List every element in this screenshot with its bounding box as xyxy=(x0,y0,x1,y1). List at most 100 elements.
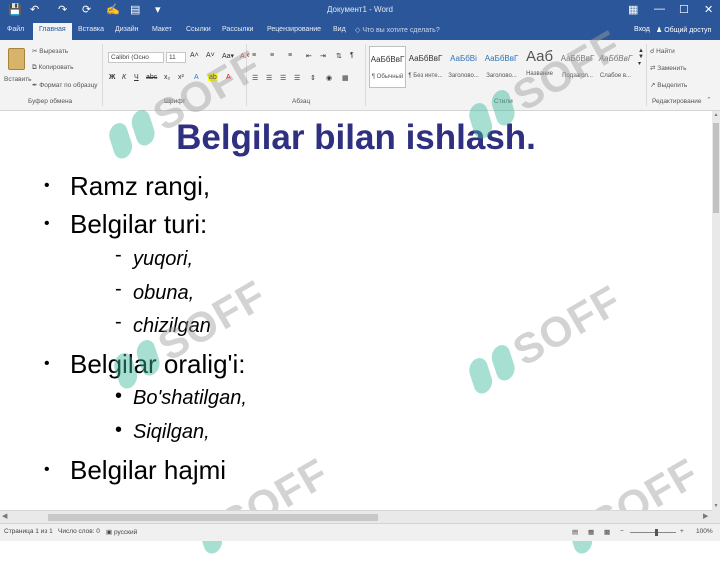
page-count[interactable]: Страница 1 из 1 xyxy=(4,528,53,535)
tell-me-search[interactable]: ◇ Что вы хотите сделать? xyxy=(355,26,440,34)
scroll-up-icon[interactable]: ▲ xyxy=(712,112,720,118)
list-item-text: Belgilar oralig'i: xyxy=(70,349,246,379)
sort-icon[interactable]: ⇅ xyxy=(336,52,342,60)
collapse-ribbon-icon[interactable]: ⌃ xyxy=(706,96,712,104)
divider xyxy=(102,44,103,106)
tab-file[interactable]: Файл xyxy=(7,26,24,33)
dash-marker: - xyxy=(115,278,122,300)
pilcrow-icon[interactable]: ¶ xyxy=(350,52,354,59)
multilevel-list-icon[interactable]: ≡ xyxy=(288,52,292,59)
scroll-down-icon[interactable]: ▼ xyxy=(712,503,720,509)
tab-home[interactable]: Главная xyxy=(33,23,72,40)
cut-button[interactable]: ✂ Вырезать xyxy=(32,47,68,55)
font-color-icon[interactable]: A xyxy=(226,74,231,81)
ribbon: Вставить ✂ Вырезать ⧉ Копировать ✒ Форма… xyxy=(0,40,720,111)
font-size-select[interactable]: 11 xyxy=(166,52,186,63)
zoom-slider[interactable] xyxy=(630,532,676,533)
shading-icon[interactable]: ◉ xyxy=(326,74,332,82)
divider xyxy=(365,44,366,106)
subscript-icon[interactable]: x₂ xyxy=(164,74,170,81)
zoom-level[interactable]: 100% xyxy=(696,528,713,535)
horizontal-scrollbar[interactable]: ◀ ▶ xyxy=(0,510,712,524)
change-case-icon[interactable]: Aa▾ xyxy=(222,52,234,60)
tab-design[interactable]: Дизайн xyxy=(115,26,139,33)
line-spacing-icon[interactable]: ⇕ xyxy=(310,74,316,82)
highlight-icon[interactable]: ab xyxy=(208,74,218,81)
numbering-icon[interactable]: ≡ xyxy=(270,52,274,59)
word-count[interactable]: Число слов: 0 xyxy=(58,528,100,535)
text-effects-icon[interactable]: A xyxy=(194,74,199,81)
decrease-indent-icon[interactable]: ⇤ xyxy=(306,52,312,60)
signin-link[interactable]: Вход xyxy=(634,26,650,33)
horizontal-scroll-thumb[interactable] xyxy=(48,514,378,521)
divider xyxy=(246,44,247,106)
find-button[interactable]: ☌ Найти xyxy=(650,47,675,55)
vertical-scrollbar[interactable]: ▲ ▼ xyxy=(712,111,720,510)
select-button[interactable]: ↗ Выделить xyxy=(650,81,687,89)
bullet-marker: • xyxy=(44,355,50,372)
close-icon[interactable]: ✕ xyxy=(704,3,713,16)
tab-references[interactable]: Ссылки xyxy=(186,26,211,33)
divider xyxy=(646,44,647,106)
window-title: Документ1 - Word xyxy=(326,5,393,14)
maximize-icon[interactable]: ☐ xyxy=(679,3,689,16)
list-item-text: yuqori, xyxy=(133,248,194,270)
list-item-text: chizilgan xyxy=(133,315,211,337)
tab-review[interactable]: Рецензирование xyxy=(267,26,321,33)
zoom-slider-knob[interactable] xyxy=(655,529,658,536)
style-subtitle[interactable]: АаБбВвГ Подзагол... xyxy=(559,46,596,88)
styles-group-label: Стили xyxy=(494,98,513,105)
style-heading-2[interactable]: АаБбВвГ Заголово... xyxy=(483,46,520,88)
read-mode-icon[interactable]: ▦ xyxy=(588,528,594,536)
paste-button[interactable]: Вставить xyxy=(4,46,32,90)
print-layout-icon[interactable]: ▩ xyxy=(604,528,610,536)
style-subtle-emphasis[interactable]: АаБбВвГ Слабое в... xyxy=(597,46,634,88)
format-painter-button[interactable]: ✒ Формат по образцу xyxy=(32,81,98,89)
style-title[interactable]: Ааб Название xyxy=(521,46,558,88)
minimize-icon[interactable]: — xyxy=(654,3,665,15)
borders-icon[interactable]: ▦ xyxy=(342,74,349,82)
zoom-in-icon[interactable]: + xyxy=(680,528,684,535)
bullets-icon[interactable]: ≡ xyxy=(252,52,256,59)
tab-layout[interactable]: Макет xyxy=(152,26,172,33)
title-bar: 💾 ↶ ↷ ⟳ ✍ ▤ ▾ Документ1 - Word ▦ — ☐ ✕ xyxy=(0,0,720,22)
increase-indent-icon[interactable]: ⇥ xyxy=(320,52,326,60)
italic-icon[interactable]: К xyxy=(122,74,126,81)
ribbon-options-icon[interactable]: ▦ xyxy=(628,3,638,16)
tab-insert[interactable]: Вставка xyxy=(78,26,104,33)
underline-icon[interactable]: Ч xyxy=(134,74,139,81)
scroll-corner xyxy=(712,510,720,523)
focus-mode-icon[interactable]: ▤ xyxy=(572,528,578,536)
document-page[interactable]: Belgilar bilan ishlash. • Ramz rangi, • … xyxy=(0,111,712,510)
align-right-icon[interactable]: ☰ xyxy=(280,74,286,82)
copy-button[interactable]: ⧉ Копировать xyxy=(32,64,73,72)
align-left-icon[interactable]: ☰ xyxy=(252,74,258,82)
bold-icon[interactable]: Ж xyxy=(109,74,115,81)
shrink-font-icon[interactable]: A˅ xyxy=(206,52,215,59)
strikethrough-icon[interactable]: abc xyxy=(146,74,157,81)
bullet-marker: • xyxy=(115,385,123,407)
tab-view[interactable]: Вид xyxy=(333,26,346,33)
style-heading-1[interactable]: АаБбВі Заголово... xyxy=(445,46,482,88)
style-normal[interactable]: АаБбВвГ ¶ Обычный xyxy=(369,46,406,88)
scroll-right-icon[interactable]: ▶ xyxy=(703,512,708,520)
replace-button[interactable]: ⇄ Заменить xyxy=(650,64,686,72)
list-item-text: Ramz rangi, xyxy=(70,171,211,201)
proofing-icon: ▣ xyxy=(106,529,114,536)
tab-mailings[interactable]: Рассылки xyxy=(222,26,253,33)
clipboard-group-label: Буфер обмена xyxy=(28,98,73,105)
vertical-scroll-thumb[interactable] xyxy=(713,123,719,213)
share-button[interactable]: ♟ Общий доступ xyxy=(656,26,711,34)
font-name-select[interactable]: Calibri (Осно xyxy=(108,52,164,63)
scroll-left-icon[interactable]: ◀ xyxy=(2,512,7,520)
grow-font-icon[interactable]: A˄ xyxy=(190,52,199,59)
superscript-icon[interactable]: x² xyxy=(178,74,184,81)
justify-icon[interactable]: ☰ xyxy=(294,74,300,82)
style-no-spacing[interactable]: АаБбВвГ ¶ Без инте... xyxy=(407,46,444,88)
zoom-out-icon[interactable]: − xyxy=(620,528,624,535)
bullet-marker: • xyxy=(115,419,123,441)
align-center-icon[interactable]: ☰ xyxy=(266,74,272,82)
language-indicator[interactable]: ▣ русский xyxy=(106,528,137,536)
font-group-label: Шрифт xyxy=(164,98,186,105)
styles-more-icon[interactable]: ▲ ▼ ▾ xyxy=(638,48,644,67)
